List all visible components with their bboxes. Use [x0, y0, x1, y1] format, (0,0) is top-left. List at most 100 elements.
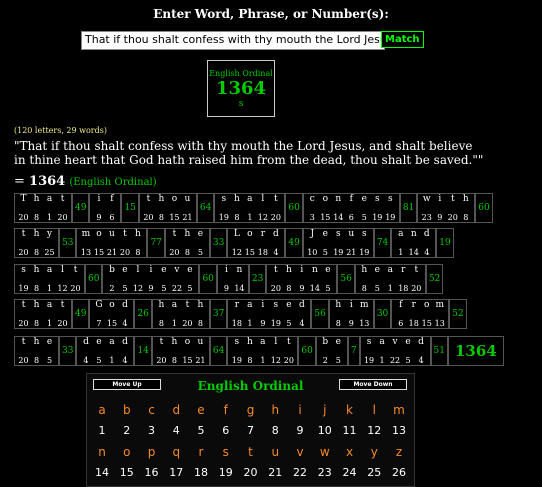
- word-letter: T: [20, 194, 27, 204]
- cipher-number: 18: [194, 466, 208, 479]
- word-sum[interactable]: 49: [285, 228, 303, 258]
- word-letter: h: [184, 229, 191, 239]
- word-sum[interactable]: 19: [436, 228, 454, 258]
- word-cell: Lo r d 12 15 18 4: [227, 228, 286, 258]
- word-sum[interactable]: 74: [373, 228, 392, 258]
- letter-value: 20: [182, 319, 193, 328]
- word-letter: t: [172, 229, 177, 239]
- letter-value: 18: [398, 284, 409, 293]
- word-letter: r: [411, 300, 416, 310]
- letter-value: 9: [96, 213, 102, 222]
- cipher-number: 24: [342, 466, 357, 479]
- word-letter: n: [410, 229, 417, 239]
- letter-value: 12: [270, 356, 281, 365]
- word-letter: c: [309, 194, 315, 204]
- cipher-table: a b c d e f g h i j k l m 1 2 3 4 5 6 7 8 9 10 11 12 13 n o p q r s t u v w…: [87, 399, 414, 483]
- letter-value: 7: [96, 319, 102, 328]
- letter-value: 19: [359, 248, 370, 257]
- letter-value: 15: [421, 319, 432, 328]
- cipher-number: 6: [222, 424, 230, 437]
- word-sum[interactable]: 26: [134, 299, 152, 329]
- word-cell: s a v e d 19 1 22 5 4: [359, 336, 431, 366]
- word-cell: Go d 7 15 4: [89, 299, 135, 329]
- word-sum[interactable]: 56: [337, 264, 355, 294]
- word-sum[interactable]: 33: [209, 228, 228, 258]
- word-cell: h i m 8 9 13: [328, 299, 374, 329]
- letter-value: 20: [270, 284, 281, 293]
- word-letter: o: [322, 194, 329, 204]
- word-letter: a: [46, 265, 53, 275]
- word-letter: s: [388, 194, 393, 204]
- word-letter: r: [401, 265, 406, 275]
- letter-value: 1: [247, 213, 253, 222]
- cipher-number: 7: [247, 424, 254, 437]
- word-letter: y: [46, 229, 53, 239]
- move-down-button[interactable]: Move Down: [339, 379, 407, 390]
- word-letter: e: [335, 337, 341, 347]
- word-sum[interactable]: 7: [347, 336, 360, 366]
- letter-value: 1: [398, 248, 404, 257]
- breakdown-row: s h a l t 19 8 1 12 20 60 b e l i e v e 2 5 12 9 5 22 5 60 i n 9 14 23…: [14, 264, 444, 294]
- cipher-number: 13: [392, 424, 406, 437]
- letter-value: 8: [247, 356, 253, 365]
- word-cell: s h a l t 19 8 1 12 20: [214, 193, 286, 223]
- word-sum[interactable]: 56: [311, 299, 329, 329]
- word-sum[interactable]: 64: [196, 193, 215, 223]
- letter-value: 9: [260, 319, 266, 328]
- grand-total[interactable]: 1364: [448, 336, 504, 366]
- word-sum[interactable]: 60: [475, 193, 493, 223]
- cipher-number: 5: [197, 424, 205, 437]
- word-cell: if96: [89, 193, 122, 223]
- word-letter: e: [187, 265, 193, 275]
- word-sum[interactable]: 64: [209, 336, 228, 366]
- word-sum[interactable]: 53: [59, 228, 77, 258]
- letter-value: 22: [171, 284, 183, 293]
- word-sum[interactable]: 60: [298, 336, 316, 366]
- letter-value: 12: [257, 213, 268, 222]
- ordinal-value[interactable]: 1364: [208, 78, 274, 100]
- word-sum[interactable]: 81: [399, 193, 418, 223]
- word-cell: i n 9 14: [216, 264, 249, 294]
- letter-value: 21: [106, 248, 118, 257]
- word-sum[interactable]: 30: [373, 299, 392, 329]
- word-sum[interactable]: 52: [449, 299, 467, 329]
- cipher-letter: c: [148, 402, 155, 417]
- word-sum[interactable]: 23: [248, 264, 267, 294]
- word-letter: e: [161, 265, 167, 275]
- word-sum[interactable]: 15: [121, 193, 139, 223]
- word-letter: t: [287, 337, 291, 347]
- word-letter: d: [122, 300, 128, 310]
- page-title: Enter Word, Phrase, or Number(s):: [153, 7, 389, 21]
- letter-value: 8: [33, 319, 40, 328]
- word-sum[interactable]: 60: [199, 264, 217, 294]
- letter-value: 6: [348, 213, 354, 222]
- cipher-chart: Move Up English Ordinal Move Down abcdef…: [86, 373, 415, 487]
- word-letter: a: [46, 300, 53, 310]
- word-sum[interactable]: 60: [285, 193, 303, 223]
- letter-value: 4: [83, 356, 89, 365]
- word-letter: d: [83, 337, 89, 347]
- word-sum[interactable]: 49: [72, 193, 90, 223]
- word-sum[interactable]: 60: [85, 264, 103, 294]
- letter-value: 1: [171, 319, 177, 328]
- match-button[interactable]: Match: [381, 31, 424, 48]
- word-letter: v: [392, 337, 398, 347]
- word-letter: t: [146, 194, 151, 204]
- word-sum[interactable]: 49: [72, 299, 90, 329]
- word-letter: s: [234, 337, 240, 347]
- word-letter: h: [158, 300, 165, 310]
- cipher-letter-row: a b c d e f g h i j k l m: [87, 399, 414, 420]
- word-sum[interactable]: 14: [134, 336, 152, 366]
- cipher-number: 9: [296, 424, 304, 437]
- letter-value: 5: [286, 319, 292, 328]
- word-sum[interactable]: 37: [209, 299, 228, 329]
- word-sum[interactable]: 77: [147, 228, 165, 258]
- word-sum[interactable]: 33: [59, 336, 77, 366]
- letter-value: 20: [18, 356, 29, 365]
- word-cell: t h e 20 8 5: [14, 336, 59, 366]
- word-sum[interactable]: 51: [430, 336, 448, 366]
- search-input[interactable]: That if thou shalt confess with thy mout…: [81, 31, 385, 50]
- word-sum[interactable]: 52: [425, 264, 444, 294]
- word-letter: i: [349, 300, 353, 310]
- word-letter: t: [450, 194, 455, 204]
